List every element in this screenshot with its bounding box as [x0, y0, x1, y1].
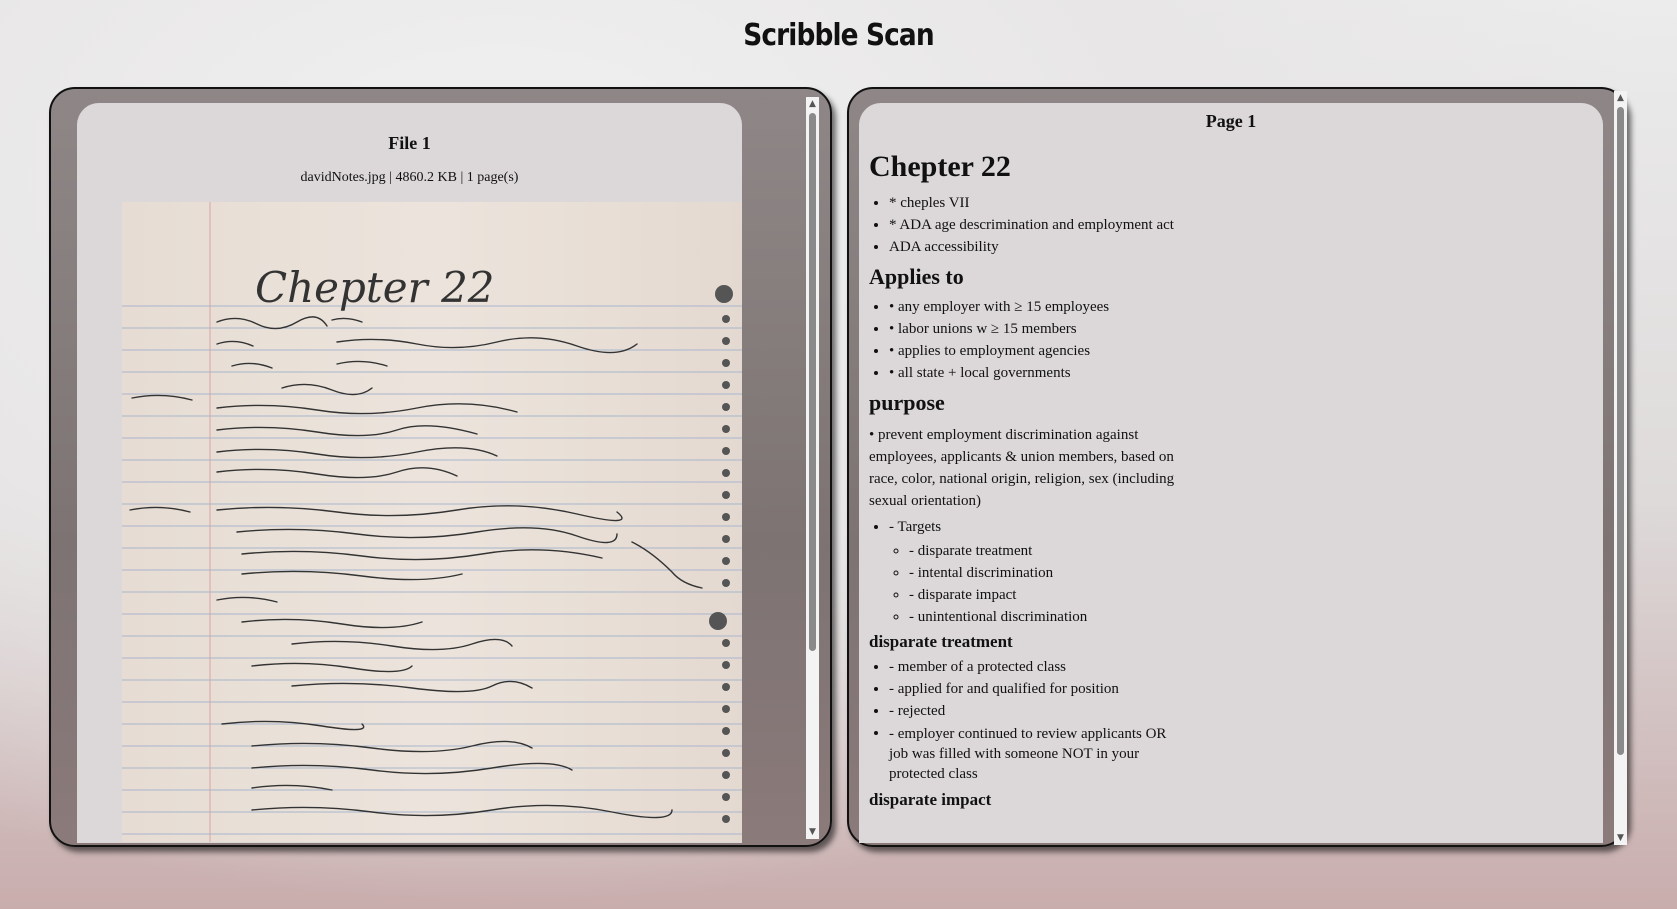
transcription-frame: Page 1 Chepter 22 * cheples VII * ADA ag… — [847, 87, 1627, 847]
applies-list: • any employer with ≥ 15 employees • lab… — [869, 298, 1593, 382]
targets-label: - Targets — [889, 519, 942, 535]
scroll-up-arrow-icon[interactable]: ▲ — [1614, 91, 1627, 105]
transcribed-document: Page 1 Chepter 22 * cheples VII * ADA ag… — [859, 111, 1603, 810]
disparate-treatment-heading: disparate treatment — [869, 632, 1013, 651]
list-item: - member of a protected class — [889, 658, 1593, 676]
list-item: - disparate impact — [909, 586, 1593, 604]
app-title: Scribble Scan — [743, 18, 934, 53]
list-item: - disparate treatment — [909, 542, 1593, 560]
list-item: • any employer with ≥ 15 employees — [889, 298, 1593, 316]
applies-heading: Applies to — [869, 264, 964, 289]
purpose-heading: purpose — [869, 390, 945, 415]
list-item-text: - employer continued to review applicant… — [889, 726, 1167, 782]
file-preview-scrollbar[interactable]: ▲ ▼ — [806, 97, 819, 839]
targets-list: - Targets - disparate treatment - intent… — [869, 518, 1593, 626]
notebook-page-image: Chepter 22 — [122, 202, 742, 842]
scroll-thumb[interactable] — [1617, 107, 1624, 755]
scroll-thumb[interactable] — [809, 113, 816, 651]
list-item: • all state + local governments — [889, 364, 1593, 382]
transcription-scrollbar[interactable]: ▲ ▼ — [1614, 91, 1627, 845]
list-item: - unintentional discrimination — [909, 608, 1593, 626]
list-item: • applies to employment agencies — [889, 342, 1593, 360]
list-item: * cheples VII — [889, 194, 1593, 212]
targets-sublist: - disparate treatment - intental discrim… — [889, 542, 1593, 626]
doc-heading: Chepter 22 — [869, 150, 1011, 183]
scroll-down-arrow-icon[interactable]: ▼ — [806, 825, 819, 839]
file-preview-panel: File 1 davidNotes.jpg | 4860.2 KB | 1 pa… — [77, 103, 742, 843]
list-item: - employer continued to review applicant… — [889, 724, 1593, 784]
file-title: File 1 — [388, 133, 431, 153]
file-preview-frame: File 1 davidNotes.jpg | 4860.2 KB | 1 pa… — [49, 87, 832, 847]
page-title: Page 1 — [1205, 111, 1257, 131]
handwritten-notes-graphic: Chepter 22 — [122, 202, 742, 842]
transcription-panel: Page 1 Chepter 22 * cheples VII * ADA ag… — [859, 103, 1603, 843]
list-item: * ADA age descrimination and employment … — [889, 216, 1593, 234]
disparate-impact-heading: disparate impact — [869, 790, 992, 809]
purpose-paragraph: • prevent employment discrimination agai… — [869, 427, 1175, 509]
scroll-up-arrow-icon[interactable]: ▲ — [806, 97, 819, 111]
handwritten-chapter-heading: Chepter 22 — [255, 263, 495, 312]
list-item: - Targets - disparate treatment - intent… — [889, 518, 1593, 626]
scroll-down-arrow-icon[interactable]: ▼ — [1614, 831, 1627, 845]
list-item: - intental discrimination — [909, 564, 1593, 582]
list-item: - applied for and qualified for position — [889, 680, 1593, 698]
list-item: • labor unions w ≥ 15 members — [889, 320, 1593, 338]
intro-list: * cheples VII * ADA age descrimination a… — [869, 194, 1593, 256]
list-item: - rejected — [889, 702, 1593, 720]
list-item: ADA accessibility — [889, 238, 1593, 256]
disparate-treatment-list: - member of a protected class - applied … — [869, 658, 1593, 784]
file-meta: davidNotes.jpg | 4860.2 KB | 1 page(s) — [300, 170, 519, 185]
